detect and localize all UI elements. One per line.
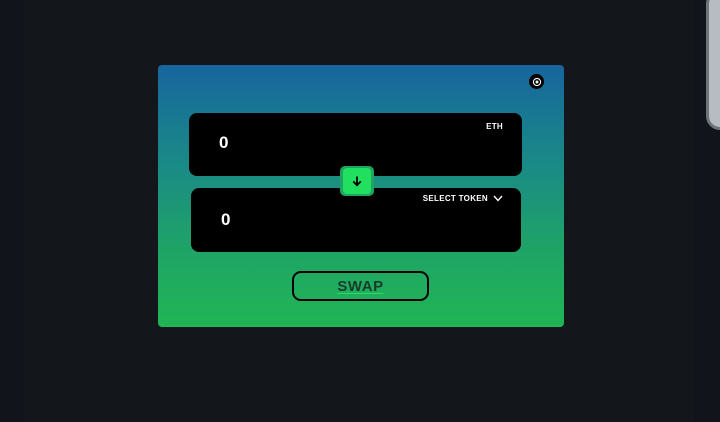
scrollbar-thumb[interactable] xyxy=(706,0,720,130)
swap-button[interactable]: SWAP xyxy=(292,271,429,301)
select-token-dropdown[interactable]: SELECT TOKEN xyxy=(423,194,503,203)
switch-tokens-button[interactable] xyxy=(343,168,371,194)
to-token-panel: 0 SELECT TOKEN xyxy=(191,188,521,252)
select-token-label: SELECT TOKEN xyxy=(422,194,488,203)
switch-tokens-button-frame xyxy=(340,166,374,196)
left-margin xyxy=(0,0,24,422)
from-amount-input[interactable]: 0 xyxy=(219,133,228,153)
chevron-down-icon xyxy=(493,195,503,202)
from-token-label[interactable]: ETH xyxy=(486,122,503,131)
settings-button[interactable] xyxy=(529,74,544,89)
arrow-down-icon xyxy=(352,176,362,187)
app-page: 0 ETH 0 SELECT TOKEN SWAP xyxy=(0,0,720,422)
right-margin xyxy=(694,0,720,422)
gear-icon xyxy=(532,77,541,86)
swap-button-label: SWAP xyxy=(337,277,384,295)
to-amount-input[interactable]: 0 xyxy=(221,210,230,230)
